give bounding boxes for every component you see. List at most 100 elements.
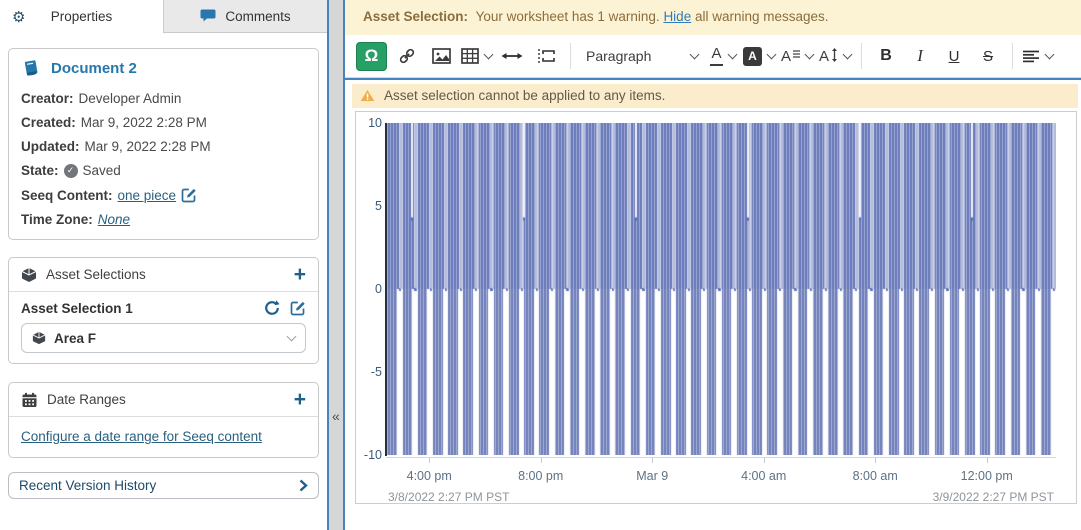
table-icon [461, 48, 479, 64]
italic-button[interactable]: I [906, 41, 934, 71]
toolbar-separator [1012, 43, 1013, 69]
saved-check-icon: ✓ [64, 164, 78, 178]
recent-version-history-button[interactable]: Recent Version History [8, 472, 319, 499]
asset-dropdown-value: Area F [54, 331, 96, 346]
toolbar-separator [861, 43, 862, 69]
bold-button[interactable]: B [872, 41, 900, 71]
y-tick-label: -10 [356, 448, 382, 462]
warning-icon [360, 89, 375, 102]
created-label: Created: [21, 115, 76, 130]
y-tick-label: 10 [356, 116, 382, 130]
document-card: Document 2 Creator: Developer Admin Crea… [8, 48, 319, 240]
seeq-content-link[interactable]: one piece [118, 188, 177, 203]
hide-warnings-link[interactable]: Hide [663, 9, 691, 24]
paragraph-style-value: Paragraph [586, 48, 651, 64]
refresh-asset-selection-button[interactable] [264, 300, 280, 316]
x-tick-label: 8:00 pm [518, 469, 563, 483]
asset-dropdown[interactable]: Area F [21, 323, 306, 353]
font-size-button[interactable]: A [819, 41, 851, 71]
font-family-button[interactable]: A [781, 41, 813, 71]
warning-bar-suffix: all warning messages. [695, 9, 829, 24]
underline-button[interactable]: U [940, 41, 968, 71]
state-row: State: ✓ Saved [21, 163, 306, 178]
text-color-button[interactable]: A [709, 41, 737, 71]
gear-icon: ⚙ [12, 8, 25, 26]
chart-plot-area [387, 123, 1056, 455]
add-asset-selection-button[interactable]: + [294, 264, 306, 285]
panel-collapse-strip[interactable]: « [327, 0, 345, 530]
date-ranges-card: Date Ranges + Configure a date range for… [8, 382, 319, 458]
chevron-down-icon [287, 331, 297, 341]
paragraph-style-dropdown[interactable]: Paragraph [586, 48, 698, 64]
chevron-down-icon [767, 49, 777, 59]
warning-bar-message: Your worksheet has 1 warning. [476, 9, 660, 24]
add-date-range-button[interactable]: + [294, 389, 306, 410]
align-button[interactable] [1023, 41, 1053, 71]
creator-label: Creator: [21, 91, 74, 106]
insert-table-button[interactable] [461, 41, 492, 71]
cube-icon [32, 331, 46, 345]
tab-comments-label: Comments [225, 9, 290, 24]
x-tick-label: 12:00 pm [961, 469, 1013, 483]
page-break-icon [536, 47, 556, 65]
font-family-icon: A [781, 48, 800, 65]
x-tick-mark [429, 458, 430, 463]
link-icon [398, 47, 416, 65]
edit-icon [290, 300, 306, 316]
insert-link-button[interactable] [393, 41, 421, 71]
collapse-panel-icon[interactable]: « [332, 408, 340, 424]
comment-icon [200, 9, 216, 23]
chevron-down-icon [843, 49, 853, 59]
document-icon [21, 59, 41, 78]
tab-properties[interactable]: ⚙ Properties [0, 0, 164, 33]
updated-label: Updated: [21, 139, 80, 154]
chevron-down-icon [1045, 49, 1055, 59]
chart-range-end-label: 3/9/2022 2:27 PM PST [933, 490, 1054, 504]
page-break-button[interactable] [532, 41, 560, 71]
time-zone-link[interactable]: None [98, 212, 130, 227]
configure-date-range-link[interactable]: Configure a date range for Seeq content [21, 429, 262, 444]
properties-panel: ⚙ Properties Comments Document 2 Creator… [0, 0, 327, 530]
cube-icon [21, 267, 37, 283]
document-title: Document 2 [51, 60, 137, 77]
full-width-button[interactable] [498, 41, 526, 71]
x-tick-label: 4:00 pm [407, 469, 452, 483]
updated-value: Mar 9, 2022 2:28 PM [85, 139, 211, 154]
editor-area: Asset Selection: Your worksheet has 1 wa… [345, 0, 1081, 530]
x-tick-mark [652, 458, 653, 463]
asset-selections-header: Asset Selections [46, 267, 146, 282]
strikethrough-button[interactable]: S [974, 41, 1002, 71]
chevron-down-icon [727, 49, 737, 59]
x-tick-mark [764, 458, 765, 463]
document-content-area[interactable]: Asset selection cannot be applied to any… [345, 80, 1081, 530]
x-tick-label: Mar 9 [636, 469, 668, 483]
chevron-right-icon [299, 479, 308, 492]
edit-content-icon[interactable] [181, 187, 197, 203]
tab-properties-label: Properties [51, 9, 113, 24]
background-color-button[interactable]: A [743, 41, 775, 71]
background-color-icon: A [743, 47, 762, 66]
recent-version-history-label: Recent Version History [19, 478, 156, 493]
tab-comments[interactable]: Comments [164, 0, 327, 33]
align-icon [1023, 50, 1040, 63]
seeq-content-chart[interactable]: 3/8/2022 2:27 PM PST 3/9/2022 2:27 PM PS… [355, 111, 1077, 504]
x-tick-label: 8:00 am [853, 469, 898, 483]
seeq-logo-icon: Ω [365, 46, 379, 66]
seeq-content-button[interactable]: Ω [356, 42, 387, 71]
font-size-icon: A [819, 48, 838, 65]
insert-image-button[interactable] [427, 41, 455, 71]
state-value: Saved [83, 163, 121, 178]
y-tick-label: 0 [356, 282, 382, 296]
chevron-down-icon [484, 49, 494, 59]
seeq-content-label: Seeq Content: [21, 188, 113, 203]
x-tick-mark [987, 458, 988, 463]
text-color-icon: A [710, 46, 722, 66]
seeq-organizer-app: ⚙ Properties Comments Document 2 Creator… [0, 0, 1081, 530]
warning-bar-prefix: Asset Selection: [363, 9, 468, 24]
chart-x-axis [386, 457, 1056, 458]
edit-asset-selection-button[interactable] [290, 300, 306, 316]
chevron-down-icon [690, 49, 700, 59]
asset-selection-name: Asset Selection 1 [21, 301, 133, 316]
horizontal-arrows-icon [501, 50, 523, 62]
chart-range-start-label: 3/8/2022 2:27 PM PST [388, 490, 509, 504]
